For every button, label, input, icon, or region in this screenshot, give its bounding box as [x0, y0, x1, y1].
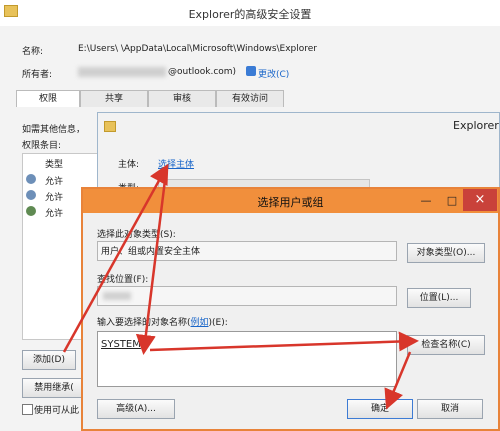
annotation-arrows — [62, 163, 419, 410]
arrow-to-ok — [384, 351, 412, 410]
arrow-to-names-input — [135, 171, 168, 355]
arrow-to-check-names — [149, 331, 419, 352]
arrow-add-to-select-principal — [62, 163, 169, 353]
